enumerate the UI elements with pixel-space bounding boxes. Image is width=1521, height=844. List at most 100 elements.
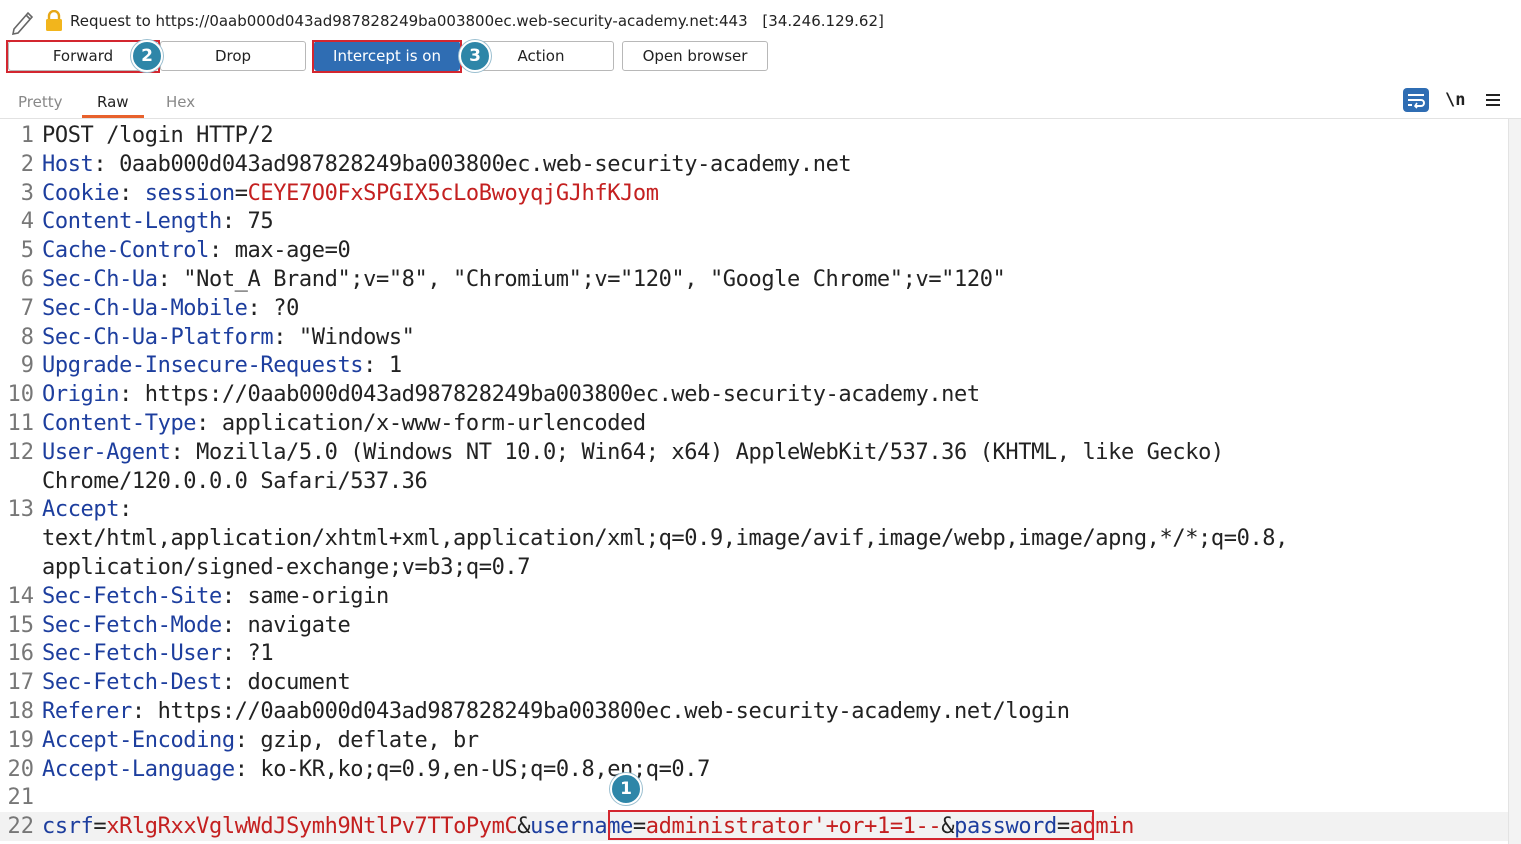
param-value: xRlgRxxVglwWdJSymh9NtlPv7TToPymC: [106, 814, 518, 840]
code-line[interactable]: text/html,application/xhtml+xml,applicat…: [0, 524, 1508, 553]
code-text: Chrome/120.0.0.0 Safari/537.36: [42, 467, 428, 496]
header-name: Sec-Fetch-Mode: [42, 612, 222, 638]
cookie-equals: =: [234, 180, 248, 206]
code-line[interactable]: 3 Cookie: session=CEYE7O0FxSPGIX5cLoBwoyq…: [0, 179, 1508, 208]
code-line[interactable]: 19 Accept-Encoding: gzip, deflate, br: [0, 726, 1508, 755]
drop-button[interactable]: Drop: [160, 41, 306, 71]
code-line[interactable]: 2 Host: 0aab000d043ad987828249ba003800ec.…: [0, 150, 1508, 179]
header-value: : ?0: [247, 295, 300, 321]
code-line[interactable]: 1 POST /login HTTP/2: [0, 121, 1508, 150]
header-name: Accept-Language: [42, 756, 235, 782]
header-value: : same-origin: [221, 583, 389, 609]
code-line[interactable]: 9 Upgrade-Insecure-Requests: 1: [0, 351, 1508, 380]
line-number: 10: [7, 382, 35, 408]
line-number: 13: [7, 497, 35, 523]
open-browser-button[interactable]: Open browser: [622, 41, 768, 71]
line-number: 5: [20, 238, 34, 264]
line-number: 9: [20, 353, 34, 379]
code-line[interactable]: 20 Accept-Language: ko-KR,ko;q=0.9,en-US;…: [0, 755, 1508, 784]
code-line[interactable]: 18 Referer: https://0aab000d043ad98782824…: [0, 697, 1508, 726]
step-badge-1: 1: [610, 773, 642, 805]
header-name: Sec-Ch-Ua-Mobile: [42, 295, 248, 321]
header-value: Chrome/120.0.0.0 Safari/537.36: [42, 468, 428, 494]
code-line[interactable]: 6 Sec-Ch-Ua: "Not_A Brand";v="8", "Chromi…: [0, 265, 1508, 294]
header-value: : application/x-www-form-urlencoded: [196, 411, 646, 436]
header-name: Sec-Ch-Ua: [42, 267, 158, 292]
line-number: 18: [7, 699, 35, 724]
code-text: POST /login HTTP/2: [42, 121, 274, 150]
code-text: Accept-Encoding: gzip, deflate, br: [42, 726, 479, 755]
line-number: 22: [7, 814, 35, 840]
header-name: Sec-Fetch-Site: [42, 583, 222, 609]
request-editor[interactable]: 1 POST /login HTTP/2 2 Host: 0aab000d043ad9…: [0, 119, 1508, 844]
header-value: text/html,application/xhtml+xml,applicat…: [42, 526, 1288, 552]
tab-pretty[interactable]: Pretty: [18, 93, 63, 111]
intercept-toggle-button[interactable]: Intercept is on: [314, 41, 460, 71]
line-number: 1: [20, 123, 34, 148]
line-number: 8: [20, 324, 34, 350]
code-line[interactable]: 22 csrf=xRlgRxxVglwWdJSymh9NtlPv7TToPymC&…: [0, 812, 1508, 842]
code-line[interactable]: 14 Sec-Fetch-Site: same-origin: [0, 582, 1508, 611]
code-text: Sec-Ch-Ua-Mobile: ?0: [42, 294, 299, 323]
code-line[interactable]: 11 Content-Type: application/x-www-form-u…: [0, 409, 1508, 438]
line-number: 3: [20, 180, 34, 206]
header-name: Referer: [42, 699, 132, 724]
param-equals: =: [1056, 814, 1070, 840]
code-text: application/signed-exchange;v=b3;q=0.7: [42, 553, 531, 582]
line-number: 16: [7, 641, 35, 667]
lock-icon: [46, 10, 62, 31]
newline-toggle[interactable]: \n: [1445, 90, 1465, 110]
code-line[interactable]: 21: [0, 783, 1508, 812]
request-url: https://0aab000d043ad987828249ba003800ec…: [155, 12, 748, 30]
code-line[interactable]: application/signed-exchange;v=b3;q=0.7: [0, 553, 1508, 582]
header-name: Origin: [42, 382, 120, 408]
pencil-icon[interactable]: [8, 7, 38, 35]
header-value: :: [119, 497, 132, 523]
sqli-payload-value: administrator'+or+1=1--: [645, 814, 942, 840]
code-line[interactable]: 13 Accept:: [0, 495, 1508, 524]
wrap-lines-icon[interactable]: [1403, 88, 1429, 112]
code-line[interactable]: 16 Sec-Fetch-User: ?1: [0, 639, 1508, 668]
code-line[interactable]: 4 Content-Length: 75: [0, 207, 1508, 236]
step-badge-3: 3: [459, 40, 491, 72]
code-line[interactable]: 12 User-Agent: Mozilla/5.0 (Windows NT 10…: [0, 438, 1508, 467]
header-value: POST /login HTTP/2: [42, 123, 274, 148]
code-text: Accept-Language: ko-KR,ko;q=0.9,en-US;q=…: [42, 755, 710, 784]
tab-raw[interactable]: Raw: [97, 93, 129, 111]
code-line[interactable]: 10 Origin: https://0aab000d043ad987828249…: [0, 380, 1508, 409]
header-value: :: [119, 180, 145, 206]
code-text: Sec-Ch-Ua: "Not_A Brand";v="8", "Chromiu…: [42, 265, 1006, 294]
code-line[interactable]: 8 Sec-Ch-Ua-Platform: "Windows": [0, 323, 1508, 352]
line-number: 12: [7, 439, 35, 465]
param-separator: &: [941, 814, 955, 840]
code-text: Sec-Fetch-Dest: document: [42, 668, 351, 697]
code-text: Referer: https://0aab000d043ad987828249b…: [42, 697, 1070, 726]
header-name: Sec-Ch-Ua-Platform: [42, 324, 274, 350]
line-number: 4: [20, 209, 34, 235]
header-value: : max-age=0: [209, 238, 351, 264]
line-number: 11: [7, 411, 35, 436]
request-label: Request to: [70, 12, 151, 30]
header-value: : "Windows": [273, 324, 415, 350]
line-number: 15: [7, 612, 35, 638]
code-text: User-Agent: Mozilla/5.0 (Windows NT 10.0…: [42, 438, 1224, 467]
code-text: Sec-Fetch-Site: same-origin: [42, 582, 389, 611]
cookie-value: CEYE7O0FxSPGIX5cLoBwoyqjGJhfKJom: [247, 180, 659, 206]
request-ip: [34.246.129.62]: [762, 12, 884, 30]
code-line[interactable]: Chrome/120.0.0.0 Safari/537.36: [0, 467, 1508, 496]
code-line[interactable]: 15 Sec-Fetch-Mode: navigate: [0, 611, 1508, 640]
code-text: Origin: https://0aab000d043ad987828249ba…: [42, 380, 980, 409]
code-text: Sec-Ch-Ua-Platform: "Windows": [42, 323, 415, 352]
line-number: 19: [7, 727, 35, 753]
code-text: Content-Length: 75: [42, 207, 274, 236]
view-tabs: Pretty Raw Hex: [0, 86, 1521, 119]
editor-scrollbar[interactable]: [1508, 119, 1521, 844]
code-line[interactable]: 17 Sec-Fetch-Dest: document: [0, 668, 1508, 697]
line-number: 6: [20, 267, 34, 292]
code-line[interactable]: 7 Sec-Ch-Ua-Mobile: ?0: [0, 294, 1508, 323]
line-number: 7: [20, 295, 34, 321]
tab-hex[interactable]: Hex: [166, 93, 195, 111]
hamburger-menu-icon[interactable]: [1485, 92, 1501, 108]
code-line[interactable]: 5 Cache-Control: max-age=0: [0, 236, 1508, 265]
header-value: : ko-KR,ko;q=0.9,en-US;q=0.8,en;q=0.7: [234, 756, 711, 782]
